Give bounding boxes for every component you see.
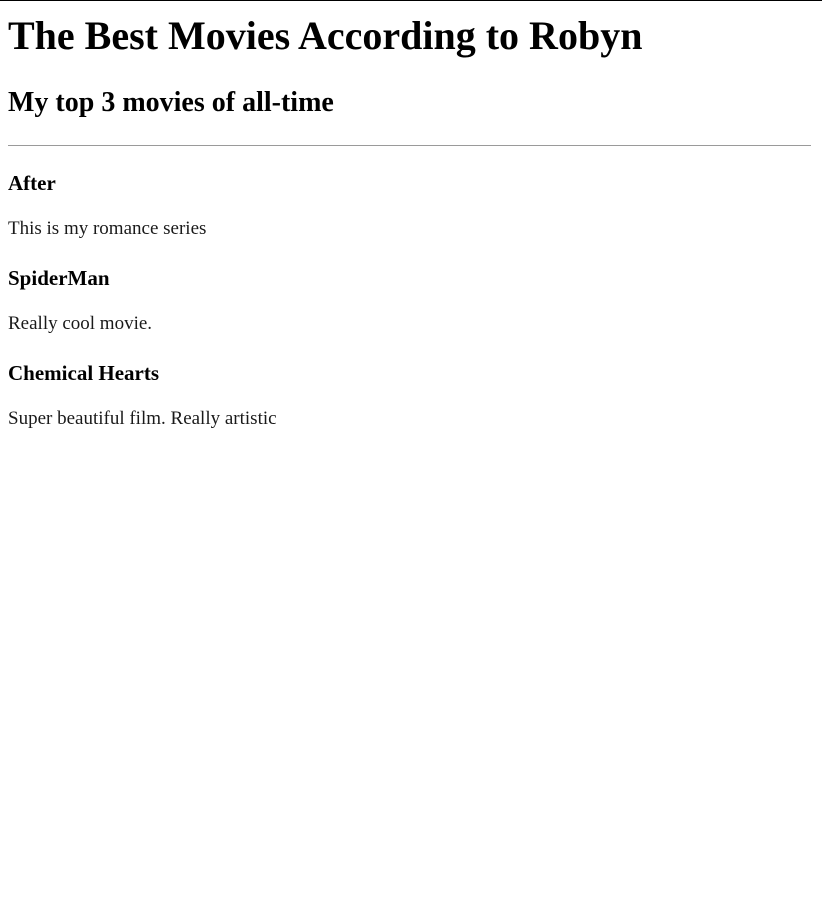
list-item: Chemical Hearts Super beautiful film. Re… — [8, 361, 814, 430]
list-item: After This is my romance series — [8, 171, 814, 240]
movie-description: Really cool movie. — [8, 313, 153, 334]
page-subtitle: My top 3 movies of all-time — [8, 87, 334, 118]
list-item: SpiderMan Really cool movie. — [8, 266, 814, 335]
movie-title: After — [8, 171, 56, 195]
movie-title: Chemical Hearts — [8, 361, 160, 385]
page-content: The Best Movies According to Robyn My to… — [0, 13, 822, 430]
movie-description: This is my romance series — [8, 218, 207, 239]
divider — [8, 145, 811, 146]
movie-list: After This is my romance series SpiderMa… — [8, 171, 814, 430]
movie-description: Super beautiful film. Really artistic — [8, 408, 277, 429]
page-title: The Best Movies According to Robyn — [8, 13, 643, 58]
movie-title: SpiderMan — [8, 266, 110, 290]
